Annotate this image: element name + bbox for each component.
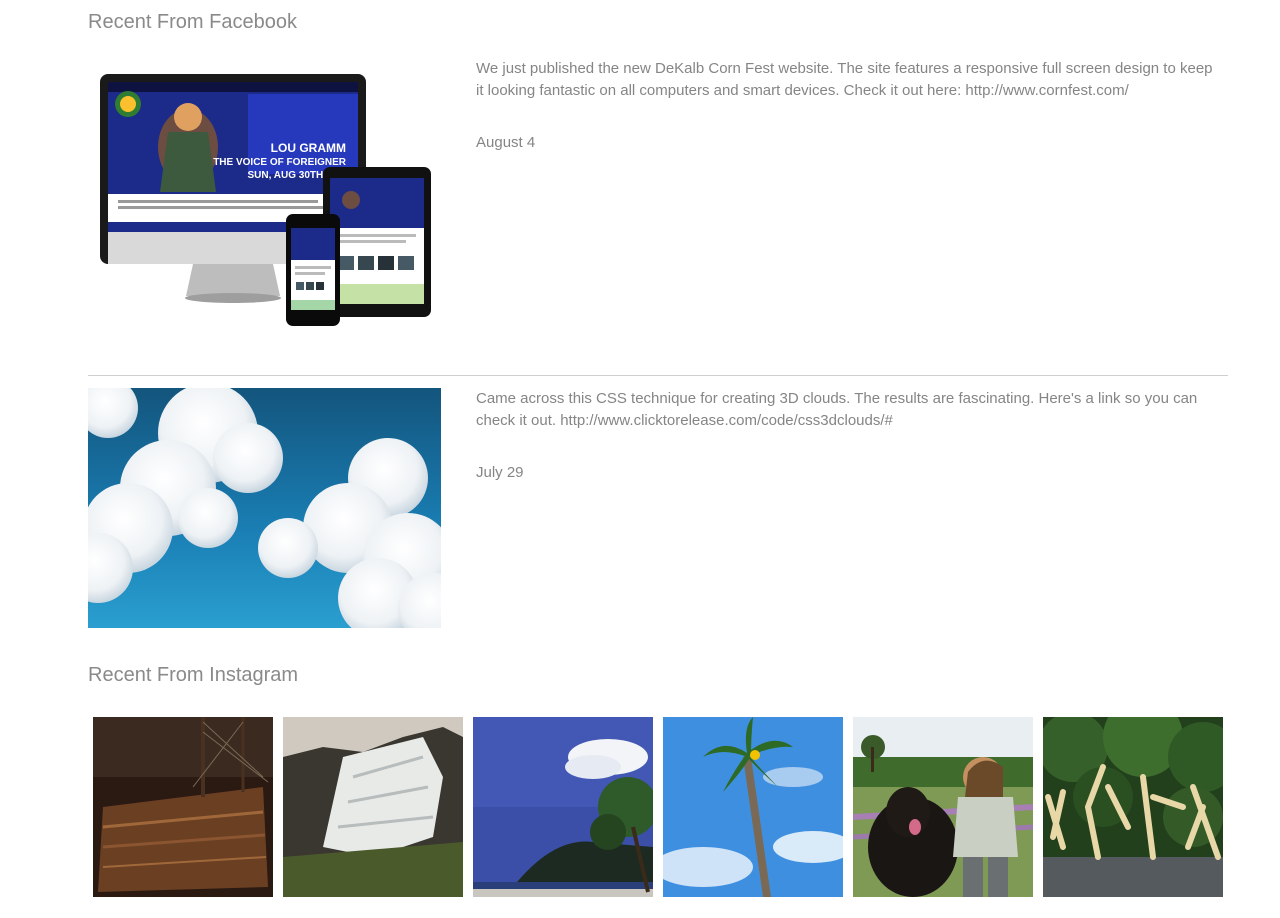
instagram-photo-dog-woman[interactable] (853, 717, 1033, 897)
post-image-clouds[interactable] (88, 388, 441, 628)
mockup-headline-1: LOU GRAMM (271, 141, 346, 155)
facebook-post: Came across this CSS technique for creat… (88, 388, 1228, 628)
post-divider (88, 375, 1228, 376)
instagram-photo-waterfall[interactable] (283, 717, 463, 897)
instagram-photo-coast-tree[interactable] (473, 717, 653, 897)
post-date: August 4 (476, 134, 536, 151)
post-text: Came across this CSS technique for creat… (476, 390, 1198, 429)
instagram-photo-palm-tree[interactable] (663, 717, 843, 897)
post-date: July 29 (476, 464, 524, 481)
mockup-headline-2: THE VOICE OF FOREIGNER (213, 157, 347, 168)
instagram-section-title: Recent From Instagram (88, 664, 299, 686)
instagram-photo-wood-sculpture[interactable] (1043, 717, 1223, 897)
post-image-devices-mockup[interactable]: LOU GRAMM THE VOICE OF FOREIGNER SUN, AU… (98, 72, 443, 342)
post-text: We just published the new DeKalb Corn Fe… (476, 60, 1213, 99)
facebook-section-title: Recent From Facebook (88, 11, 297, 33)
facebook-post: LOU GRAMM THE VOICE OF FOREIGNER SUN, AU… (88, 58, 1228, 348)
instagram-photo-ship[interactable] (93, 717, 273, 897)
